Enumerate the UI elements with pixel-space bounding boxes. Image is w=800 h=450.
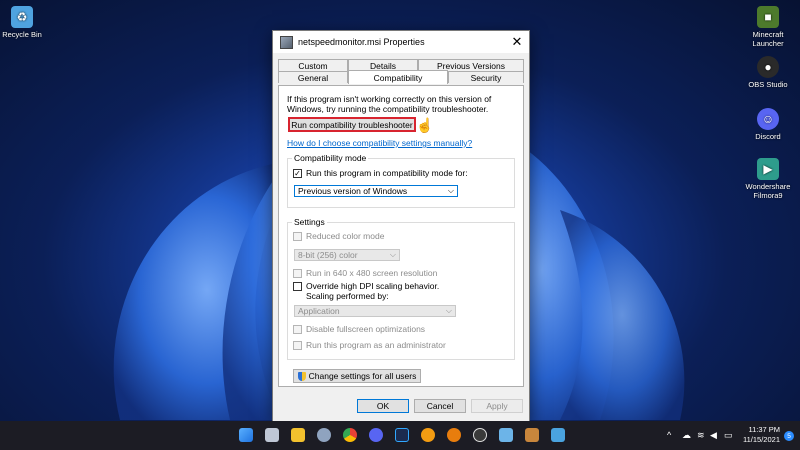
system-clock[interactable]: 11:37 PM 11/15/2021 <box>743 425 780 445</box>
close-button[interactable]: ✕ <box>505 31 529 53</box>
snipping-tool-icon[interactable] <box>551 428 565 442</box>
dpi-text: Override high DPI scaling behavior. Scal… <box>306 281 439 301</box>
dpi-row[interactable]: Override high DPI scaling behavior. Scal… <box>293 281 439 301</box>
color-mode-select[interactable]: 8-bit (256) color ⌵ <box>294 249 400 261</box>
clock-time: 11:37 PM <box>748 425 780 434</box>
tab-security[interactable]: Security <box>448 71 524 83</box>
dpi-checkbox[interactable] <box>293 282 302 291</box>
compatibility-mode-group: Compatibility mode ✓ Run this program in… <box>287 153 515 208</box>
intro-text: If this program isn't working correctly … <box>287 94 492 114</box>
resolution-row[interactable]: Run in 640 x 480 screen resolution <box>293 268 437 278</box>
tab-custom[interactable]: Custom <box>278 59 348 71</box>
wifi-icon[interactable]: ≋ <box>697 430 705 441</box>
ok-button[interactable]: OK <box>357 399 409 413</box>
dpi-scaling-select[interactable]: Application ⌵ <box>294 305 456 317</box>
photoshop-icon[interactable] <box>395 428 409 442</box>
package-icon[interactable] <box>525 428 539 442</box>
settings-label: Settings <box>292 217 327 227</box>
compatibility-mode-label: Compatibility mode <box>292 153 369 163</box>
discord-icon[interactable] <box>369 428 383 442</box>
file-explorer-icon[interactable] <box>291 428 305 442</box>
onedrive-icon[interactable]: ☁ <box>682 430 691 441</box>
chevron-down-icon: ⌵ <box>389 250 396 259</box>
tab-strip: Custom Details Previous Versions General… <box>278 59 524 85</box>
obs-icon: ● <box>757 56 779 78</box>
blender-icon[interactable] <box>447 428 461 442</box>
tab-compatibility[interactable]: Compatibility <box>348 70 448 84</box>
orange-app-icon[interactable] <box>421 428 435 442</box>
os-version-value: Previous version of Windows <box>298 186 408 196</box>
discord-icon: ☺ <box>757 108 779 130</box>
filmora-icon: ▶ <box>757 158 779 180</box>
battery-icon[interactable]: ▭ <box>724 430 733 441</box>
compatibility-panel: If this program isn't working correctly … <box>278 85 524 387</box>
dpi-label: Override high DPI scaling behavior. <box>306 281 440 291</box>
os-version-select[interactable]: Previous version of Windows ⌵ <box>294 185 458 197</box>
recycle-bin-icon: ♻ <box>11 6 33 28</box>
admin-checkbox[interactable] <box>293 341 302 350</box>
compat-mode-row[interactable]: ✓ Run this program in compatibility mode… <box>293 168 468 178</box>
chrome-icon[interactable] <box>343 428 357 442</box>
volume-icon[interactable]: ◀ <box>710 430 717 441</box>
admin-row[interactable]: Run this program as an administrator <box>293 340 446 350</box>
dpi-scaling-value: Application <box>298 306 340 316</box>
properties-dialog: netspeedmonitor.msi Properties ✕ Custom … <box>272 30 530 422</box>
checkmark-icon: ✓ <box>294 168 301 178</box>
reduced-color-label: Reduced color mode <box>306 231 385 241</box>
start-icon[interactable] <box>239 428 253 442</box>
minecraft-icon: ■ <box>757 6 779 28</box>
settings-group: Settings Reduced color mode 8-bit (256) … <box>287 217 515 360</box>
resolution-checkbox[interactable] <box>293 269 302 278</box>
desktop-icon-obs[interactable]: ● OBS Studio <box>738 56 798 89</box>
help-link[interactable]: How do I choose compatibility settings m… <box>287 138 472 148</box>
task-view-icon[interactable] <box>265 428 279 442</box>
notification-badge[interactable]: 5 <box>784 431 794 441</box>
desktop-icon-minecraft[interactable]: ■ Minecraft Launcher <box>738 6 798 48</box>
apply-button[interactable]: Apply <box>471 399 523 413</box>
fullscreen-label: Disable fullscreen optimizations <box>306 324 426 334</box>
photos-icon[interactable] <box>499 428 513 442</box>
desktop-icon-filmora[interactable]: ▶ Wondershare Filmora9 <box>738 158 798 200</box>
reduced-color-row[interactable]: Reduced color mode <box>293 231 384 241</box>
tray-overflow-icon[interactable]: ^ <box>667 430 671 440</box>
obs-icon[interactable] <box>473 428 487 442</box>
taskbar: ^ ☁ ≋ ◀ ▭ 11:37 PM 11/15/2021 5 <box>0 421 800 450</box>
close-icon: ✕ <box>511 34 523 49</box>
resolution-label: Run in 640 x 480 screen resolution <box>306 268 438 278</box>
reduced-color-checkbox[interactable] <box>293 232 302 241</box>
dpi-sublabel: Scaling performed by: <box>306 291 389 301</box>
compat-mode-checkbox[interactable]: ✓ <box>293 169 302 178</box>
settings-icon[interactable] <box>317 428 331 442</box>
uac-shield-icon <box>297 371 306 381</box>
hand-cursor-icon: ☝ <box>416 117 434 133</box>
chevron-down-icon: ⌵ <box>445 306 452 315</box>
color-mode-value: 8-bit (256) color <box>298 250 358 260</box>
clock-date: 11/15/2021 <box>743 435 780 444</box>
msi-file-icon <box>280 35 293 49</box>
dialog-title: netspeedmonitor.msi Properties <box>298 37 425 47</box>
desktop-icon-recycle-bin[interactable]: ♻ Recycle Bin <box>0 6 52 39</box>
change-settings-label: Change settings for all users <box>308 371 417 381</box>
fullscreen-row[interactable]: Disable fullscreen optimizations <box>293 324 425 334</box>
admin-label: Run this program as an administrator <box>306 340 446 350</box>
run-troubleshooter-button[interactable]: Run compatibility troubleshooter <box>288 117 416 132</box>
chevron-down-icon: ⌵ <box>447 186 454 195</box>
cancel-button[interactable]: Cancel <box>414 399 466 413</box>
change-settings-all-users-button[interactable]: Change settings for all users <box>293 369 421 383</box>
compat-mode-checkbox-label: Run this program in compatibility mode f… <box>306 168 468 178</box>
fullscreen-checkbox[interactable] <box>293 325 302 334</box>
desktop-icon-discord[interactable]: ☺ Discord <box>738 108 798 141</box>
dialog-titlebar[interactable]: netspeedmonitor.msi Properties ✕ <box>273 31 529 53</box>
tab-general[interactable]: General <box>278 71 348 83</box>
